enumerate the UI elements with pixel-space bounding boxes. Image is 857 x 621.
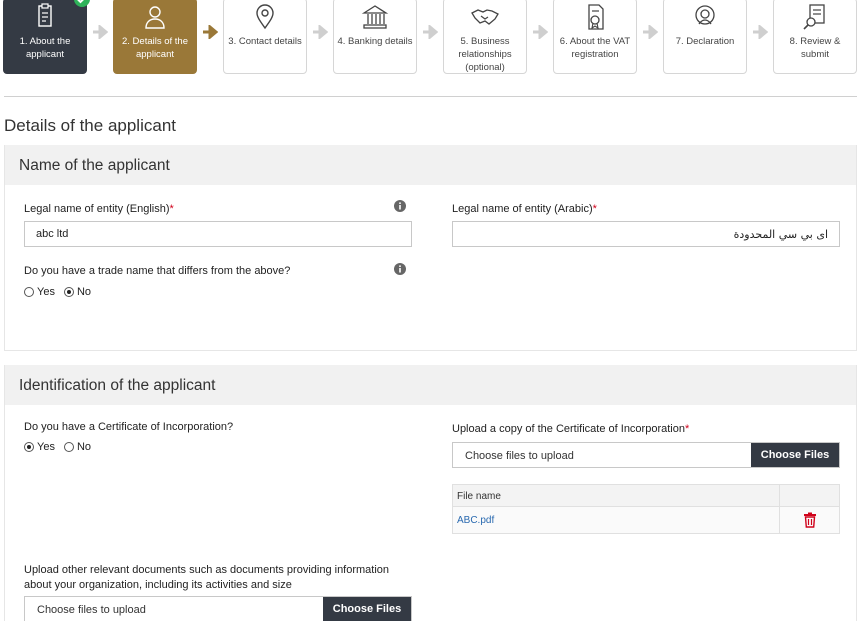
coi-upload-label: Upload a copy of the Certificate of Inco…	[452, 423, 690, 435]
radio-label: Yes	[37, 441, 55, 453]
document-badge-icon	[588, 4, 604, 30]
coi-yes-radio[interactable]	[24, 442, 34, 452]
page-title: Details of the applicant	[4, 116, 176, 135]
step-arrow-icon	[93, 25, 108, 39]
step-label: 1. About the applicant	[19, 36, 71, 60]
legal-name-arabic-label: Legal name of entity (Arabic)*	[452, 203, 597, 215]
file-name-link[interactable]: ABC.pdf	[453, 507, 779, 533]
step-business-relationships[interactable]: 5. Business relationships (optional)	[443, 0, 527, 74]
step-arrow-icon	[203, 25, 218, 39]
required-asterisk: *	[684, 423, 690, 435]
step-label: 7. Declaration	[675, 36, 735, 47]
step-arrow-icon	[313, 25, 328, 39]
step-review-submit[interactable]: 8. Review & submit	[773, 0, 857, 74]
info-icon[interactable]	[394, 200, 406, 212]
trade-name-yes-radio[interactable]	[24, 287, 34, 297]
radio-label: No	[76, 286, 92, 298]
step-declaration[interactable]: 7. Declaration	[663, 0, 747, 74]
step-arrow-icon	[643, 25, 658, 39]
step-contact-details[interactable]: 3. Contact details	[223, 0, 307, 74]
choose-files-button[interactable]: Choose Files	[323, 597, 411, 621]
coi-no-radio[interactable]	[63, 442, 74, 452]
legal-name-english-input[interactable]	[24, 221, 412, 247]
step-about-applicant[interactable]: 1. About the applicant	[3, 0, 90, 74]
step-banking-details[interactable]: 4. Banking details	[333, 0, 417, 74]
upload-placeholder: Choose files to upload	[465, 450, 574, 462]
required-asterisk: *	[592, 203, 597, 215]
coi-question: Do you have a Certificate of Incorporati…	[24, 421, 234, 433]
trade-name-question: Do you have a trade name that differs fr…	[24, 265, 291, 277]
table-header: File name	[453, 485, 839, 507]
review-icon	[803, 4, 825, 30]
legal-name-english-label: Legal name of entity (English)*	[24, 203, 174, 215]
coi-radio-group: Yes No	[24, 441, 97, 453]
info-icon[interactable]	[394, 263, 406, 275]
section-title: Name of the applicant	[5, 145, 856, 185]
trade-name-no-radio[interactable]	[63, 287, 74, 297]
identification-of-applicant-section: Identification of the applicant Do you h…	[4, 365, 857, 621]
location-pin-icon	[256, 4, 274, 30]
handshake-icon	[471, 9, 499, 25]
step-about-vat-registration[interactable]: 6. About the VAT registration	[553, 0, 637, 74]
uploaded-files-table: File name ABC.pdf	[452, 484, 840, 534]
step-label: 5. Business relationships (optional)	[458, 36, 512, 73]
other-documents-file-upload[interactable]: Choose files to upload Choose Files	[24, 596, 412, 621]
file-name-header: File name	[457, 491, 501, 502]
trash-icon[interactable]	[803, 512, 817, 528]
step-arrow-icon	[533, 25, 548, 39]
step-label: 6. About the VAT registration	[559, 36, 631, 60]
completed-check-icon	[74, 0, 90, 7]
form-icon	[38, 3, 52, 27]
step-arrow-icon	[753, 25, 768, 39]
required-asterisk: *	[169, 203, 174, 215]
step-label: 4. Banking details	[337, 36, 413, 47]
headset-icon	[695, 5, 715, 25]
radio-label: Yes	[37, 286, 55, 298]
step-label: 2. Details of the applicant	[121, 36, 188, 60]
choose-files-button[interactable]: Choose Files	[751, 443, 839, 467]
legal-name-arabic-input[interactable]	[452, 221, 840, 247]
bank-icon	[361, 5, 389, 29]
upload-placeholder: Choose files to upload	[37, 604, 146, 616]
person-icon	[145, 6, 165, 29]
coi-file-upload[interactable]: Choose files to upload Choose Files	[452, 442, 840, 468]
stepper-divider	[4, 96, 857, 97]
section-title: Identification of the applicant	[5, 365, 856, 405]
step-details-applicant[interactable]: 2. Details of the applicant	[113, 0, 197, 74]
trade-name-radio-group: Yes No	[24, 286, 97, 298]
name-of-applicant-section: Name of the applicant Legal name of enti…	[4, 145, 857, 351]
other-documents-label: Upload other relevant documents such as …	[24, 564, 390, 591]
step-arrow-icon	[423, 25, 438, 39]
progress-stepper: 1. About the applicant 2. Details of the…	[0, 0, 857, 76]
step-label: 3. Contact details	[228, 36, 302, 47]
table-row: ABC.pdf	[453, 507, 839, 533]
step-label: 8. Review & submit	[789, 36, 841, 60]
radio-label: No	[76, 441, 92, 453]
